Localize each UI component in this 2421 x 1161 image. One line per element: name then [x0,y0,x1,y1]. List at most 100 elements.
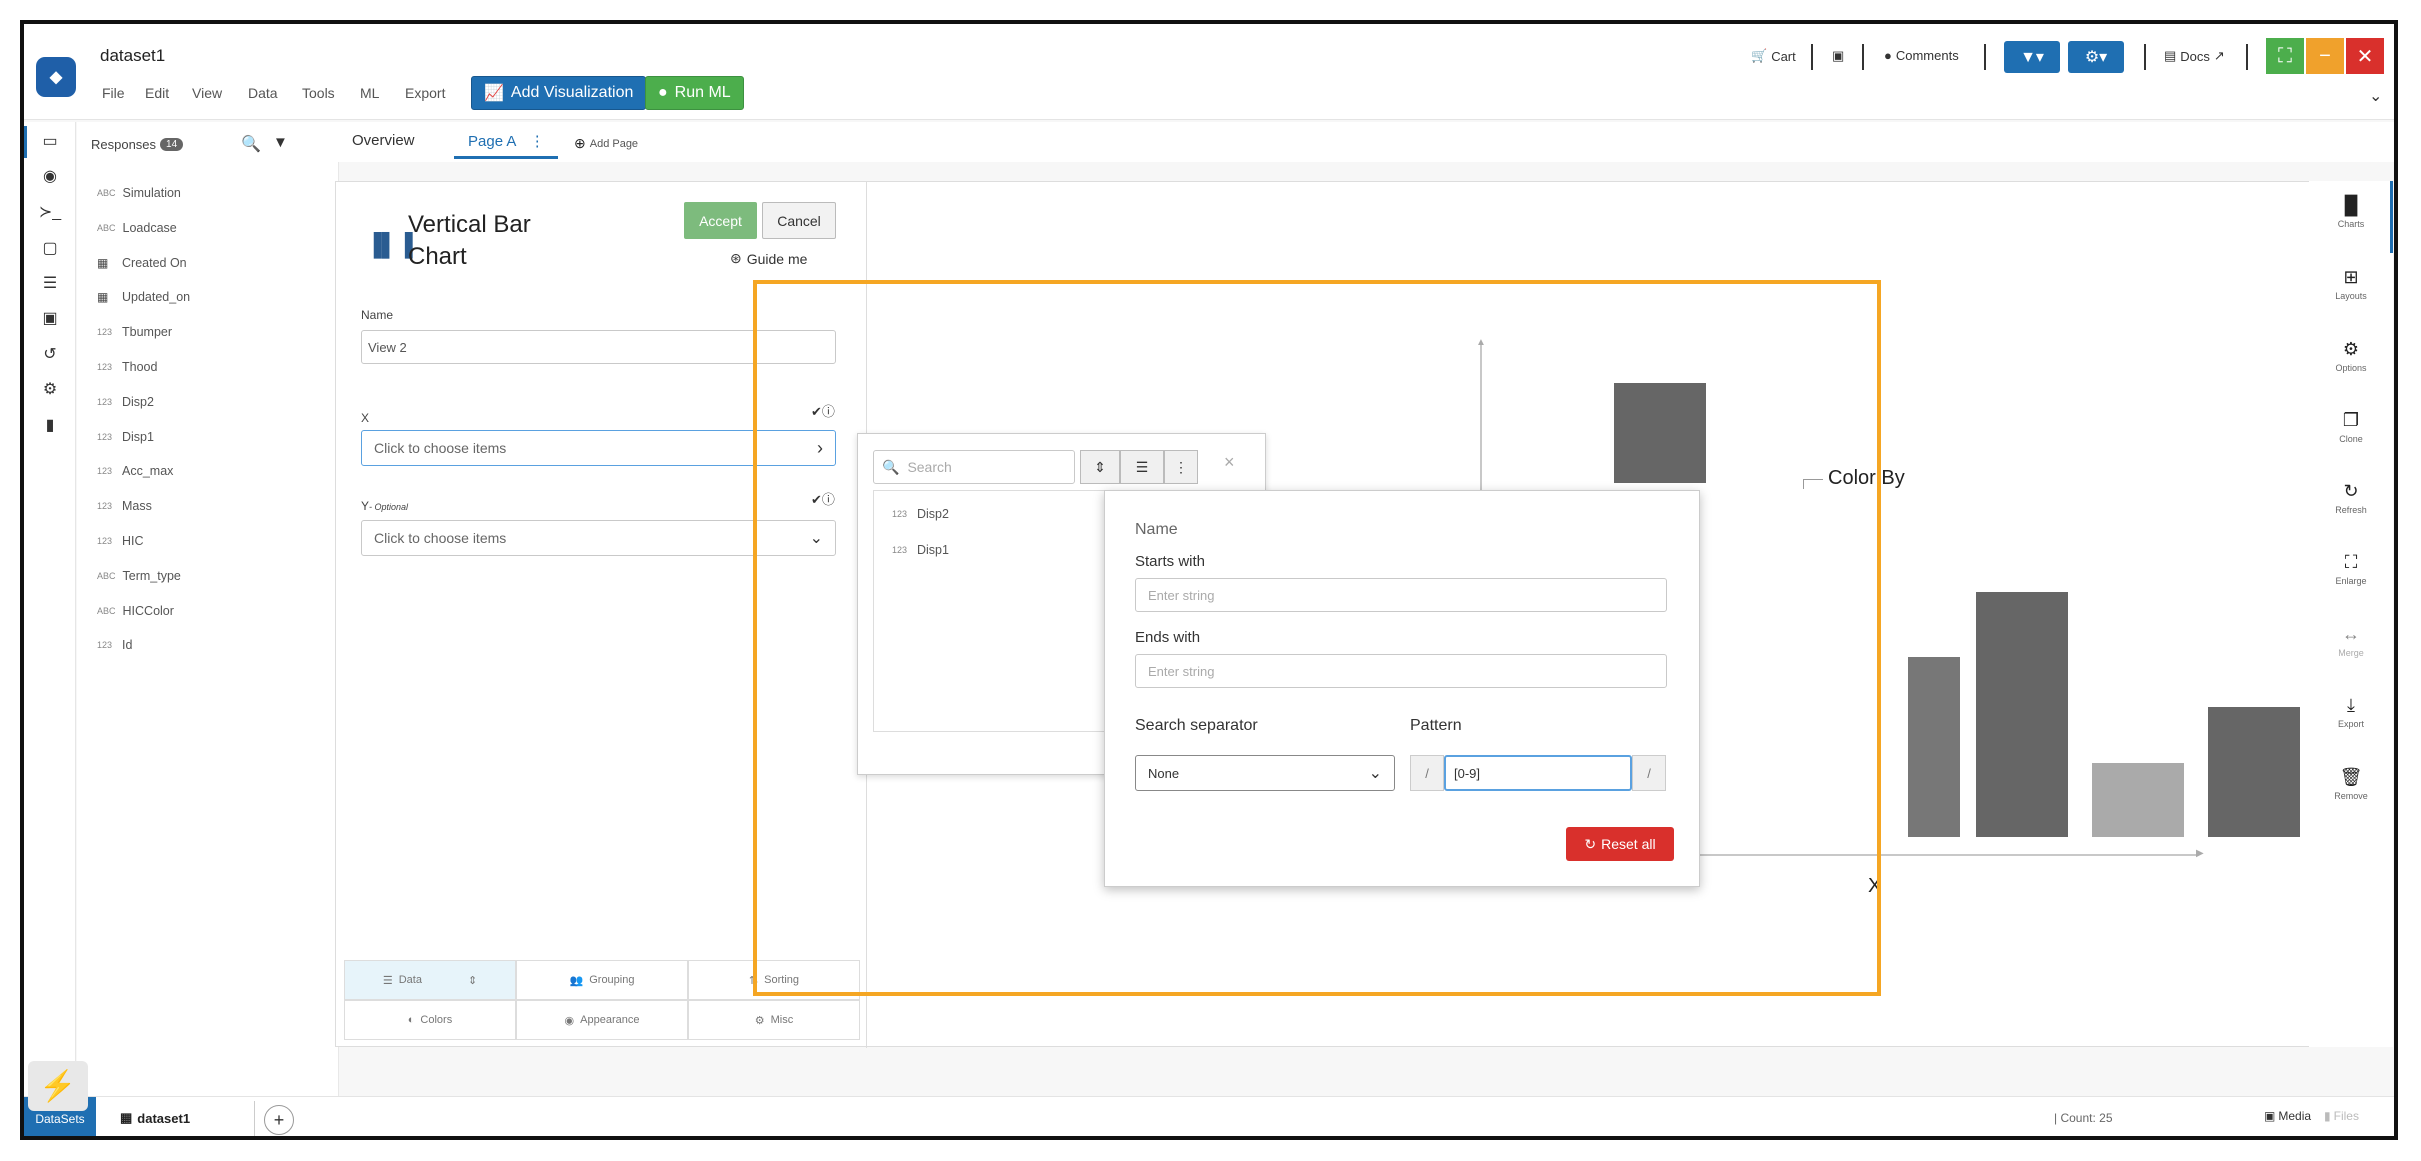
search-icon[interactable]: 🔍 [241,134,261,154]
expand-icon: ⛶ [2344,552,2358,572]
tab-page-a[interactable]: Page A ⋮ [468,132,545,150]
ends-with-input[interactable]: Enter string [1135,654,1667,688]
field-item[interactable]: ▦ Created On [97,256,187,270]
gear-icon: ⚙ [2342,339,2360,359]
colors-tab[interactable]: ◐ Colors [344,1000,516,1040]
charts-button[interactable]: ▐▌ Charts [2309,195,2393,229]
filter-dropdown-button[interactable]: ▼▾ [2004,41,2060,73]
minimize-button[interactable]: − [2306,38,2344,74]
x-axis-label: X [1868,875,1882,897]
users-icon: 👥 [569,974,584,987]
field-item[interactable]: 123 Mass [97,499,152,513]
list-item[interactable]: 123 Disp2 [892,507,949,521]
close-button[interactable]: ✕ [2346,38,2384,74]
field-item[interactable]: 123 Tbumper [97,325,172,339]
field-item[interactable]: ABC Simulation [97,186,181,200]
field-item[interactable]: 123 Id [97,638,132,652]
more-button[interactable]: ⋮ [1164,450,1198,484]
arrow-up-icon: ▲ [1476,337,1486,348]
docs-link[interactable]: ▤ Docs ↗ [2164,48,2225,64]
add-page-button[interactable]: ⊕ Add Page [574,135,638,152]
settings-dropdown-button[interactable]: ⚙▾ [2068,41,2124,73]
options-button[interactable]: ⚙ Options [2309,339,2393,373]
history-icon[interactable]: ↺ [24,339,76,369]
comments-button[interactable]: ● Comments [1884,48,1959,63]
calendar-table-icon: ▦ [97,255,109,270]
cart-button[interactable]: 🛒 Cart [1751,48,1796,64]
field-item[interactable]: ▦ Updated_on [97,290,190,304]
appearance-tab[interactable]: ◉ Appearance [516,1000,688,1040]
maximize-button[interactable]: ⛶ [2266,38,2304,74]
guide-me-link[interactable]: ⊛ Guide me [730,250,807,267]
more-vertical-icon[interactable]: ⋮ [530,133,545,150]
external-link-icon: ↗ [2213,48,2225,63]
separator-select[interactable]: None ⌄ [1135,755,1395,791]
close-icon[interactable]: × [1224,452,1235,473]
image-icon: ▣ [2264,1109,2276,1123]
filter-options-button[interactable]: ☰ [1120,450,1164,484]
menu-file[interactable]: File [102,85,125,101]
x-select[interactable]: Click to choose items › [361,430,836,466]
add-tab-button[interactable]: + [264,1105,294,1135]
media-button[interactable]: ▣ Media [2264,1109,2311,1123]
menu-tools[interactable]: Tools [302,85,335,101]
field-item[interactable]: 123 Thood [97,360,157,374]
pattern-input[interactable]: [0-9] [1444,755,1632,791]
refresh-button[interactable]: ↻ Refresh [2309,481,2393,515]
filter-icon[interactable]: ▼ [273,134,288,151]
add-visualization-button[interactable]: 📈 Add Visualization [471,76,647,110]
field-item[interactable]: 123 Acc_max [97,464,173,478]
files-button[interactable]: ▮ Files [2324,1109,2359,1123]
accept-button[interactable]: Accept [684,202,757,239]
chevron-down-icon[interactable]: ⌄ [2369,86,2382,106]
search-input[interactable]: 🔍 Search [873,450,1075,484]
menu-ml[interactable]: ML [360,85,379,101]
tab-overview[interactable]: Overview [352,132,415,149]
enlarge-button[interactable]: ⛶ Enlarge [2309,552,2393,586]
terminal-icon[interactable]: ≻_ [24,197,76,227]
sort-button[interactable]: ⇕ [1080,450,1120,484]
file-icon[interactable]: ▮ [24,410,76,440]
menu-view[interactable]: View [192,85,222,101]
square-icon[interactable]: ▢ [24,233,76,263]
field-item[interactable]: 123 Disp1 [97,430,154,444]
field-item[interactable]: ABC HICColor [97,604,174,618]
menu-data[interactable]: Data [248,85,278,101]
sliders-icon[interactable]: ☰ [24,268,76,298]
grouping-tab[interactable]: 👥 Grouping [516,960,688,1000]
clone-button[interactable]: ❐ Clone [2309,410,2393,444]
data-tab[interactable]: ☰ Data ⇕ [344,960,516,1000]
merge-button[interactable]: ↔ Merge [2309,624,2393,658]
field-item[interactable]: ABC Term_type [97,569,181,583]
filter-icon: ▼▾ [2020,49,2044,66]
y-select[interactable]: Click to choose items ⌄ [361,520,836,556]
remove-button[interactable]: 🗑 Remove [2309,767,2393,801]
layouts-button[interactable]: ⊞ Layouts [2309,267,2393,301]
starts-with-input[interactable]: Enter string [1135,578,1667,612]
name-input[interactable]: View 2 [361,330,836,364]
save-button[interactable]: ▣ [1832,48,1844,64]
image-icon[interactable]: ▣ [24,303,76,333]
divider [254,1101,255,1136]
menu-edit[interactable]: Edit [145,85,169,101]
run-ml-button[interactable]: ● Run ML [645,76,744,110]
misc-tab[interactable]: ⚙ Misc [688,1000,860,1040]
cancel-button[interactable]: Cancel [762,202,836,239]
gear-icon[interactable]: ⚙ [24,374,76,404]
close-icon: ✕ [2356,45,2374,68]
sorting-tab[interactable]: ⇅ Sorting [688,960,860,1000]
export-button[interactable]: ⤓ Export [2309,695,2393,729]
field-item[interactable]: 123 HIC [97,534,144,548]
dashboard-icon[interactable]: ▭ [24,126,76,156]
globe-icon[interactable]: ◉ [24,161,76,191]
field-item[interactable]: ABC Loadcase [97,221,177,235]
app-logo-icon[interactable]: ◆ [36,57,76,97]
menu-export[interactable]: Export [405,85,445,101]
minus-icon: − [2319,44,2331,67]
check-circle-icon[interactable]: ✔ⓘ [811,489,835,508]
reset-all-button[interactable]: ↻ Reset all [1566,827,1674,861]
dataset-tab[interactable]: ▦ dataset1 [120,1110,190,1126]
field-item[interactable]: 123 Disp2 [97,395,154,409]
list-item[interactable]: 123 Disp1 [892,543,949,557]
check-circle-icon[interactable]: ✔ⓘ [811,401,835,420]
